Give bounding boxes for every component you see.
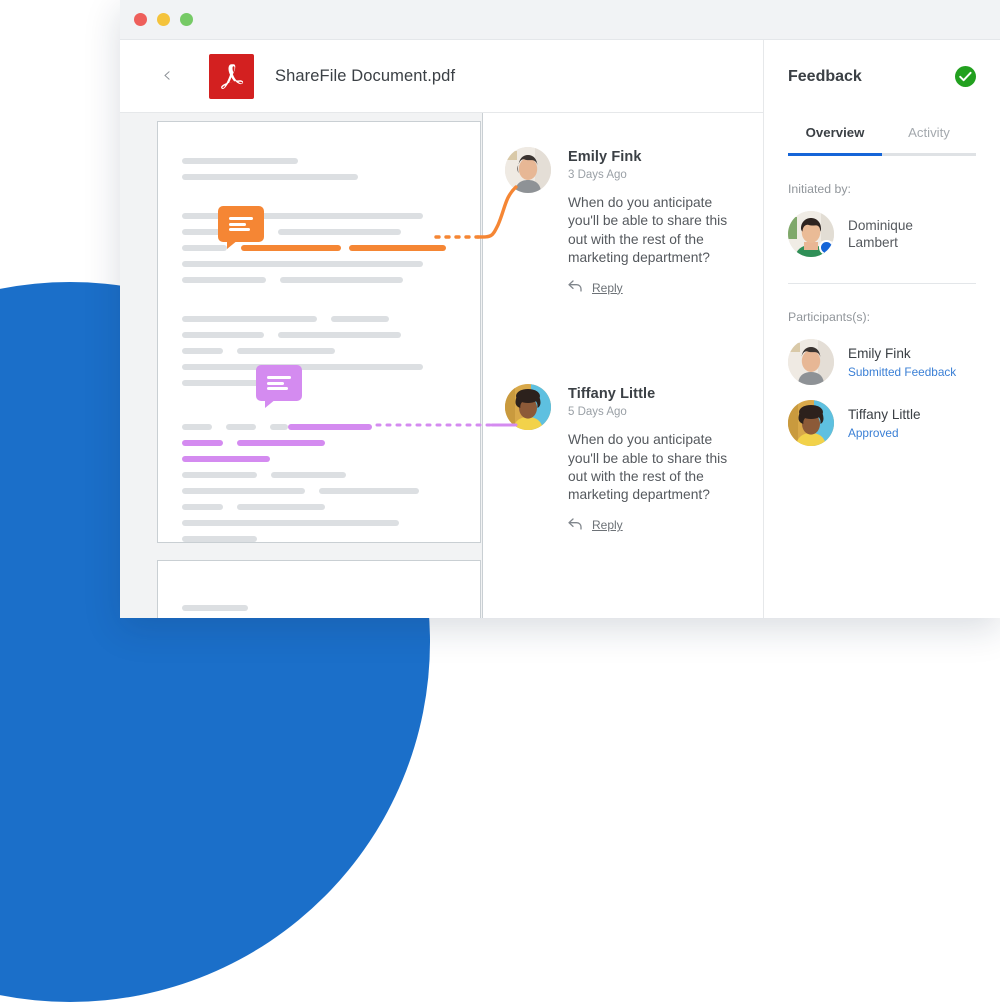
comment-timestamp: 3 Days Ago: [568, 169, 627, 181]
initiator-row: Dominique Lambert: [788, 211, 976, 257]
tab-overview[interactable]: Overview: [788, 125, 882, 156]
participant-name: Emily Fink: [848, 345, 911, 361]
comment-text: When do you anticipate you'll be able to…: [568, 195, 728, 266]
chevron-left-icon[interactable]: ‹: [156, 65, 178, 87]
text-line-row: [182, 261, 456, 267]
text-line-row: [182, 380, 456, 386]
purple-comment-marker[interactable]: [256, 365, 302, 408]
online-status-dot: [819, 240, 834, 255]
text-line-row: [182, 277, 456, 283]
comments-column: Emily Fink 3 Days Ago When do you antici…: [482, 113, 763, 618]
document-page-2: [157, 560, 481, 618]
feedback-panel: Feedback Overview Activity Initiated by:: [763, 40, 1000, 618]
text-line-row: [182, 316, 456, 322]
text-line-row: [182, 472, 456, 478]
text-line-row-highlighted-purple: [182, 456, 456, 462]
reply-action[interactable]: Reply: [568, 518, 737, 533]
participant-row[interactable]: Emily Fink Submitted Feedback: [788, 339, 976, 385]
initiator-name: Dominique Lambert: [848, 217, 913, 252]
maximize-window-button[interactable]: [180, 13, 193, 26]
avatar: [505, 384, 551, 431]
initiator-name-line-1: Dominique: [848, 217, 913, 233]
window-body: ‹ ShareFile Document.pdf Emily Fink 3 Da…: [120, 40, 1000, 618]
reply-label[interactable]: Reply: [592, 518, 623, 532]
comment-body: Tiffany Little 5 Days Ago When do you an…: [568, 384, 737, 532]
document-column: [120, 113, 482, 618]
comment-author: Emily Fink: [568, 149, 642, 165]
feedback-tabs: Overview Activity: [788, 113, 976, 156]
participant-name: Tiffany Little: [848, 406, 921, 422]
document-page-1: [157, 121, 481, 543]
text-line-row: [182, 364, 456, 370]
avatar: [505, 147, 551, 193]
app-window: ‹ ShareFile Document.pdf Emily Fink 3 Da…: [120, 0, 1000, 618]
close-window-button[interactable]: [134, 13, 147, 26]
participant-info: Emily Fink Submitted Feedback: [848, 345, 956, 379]
text-line-row: [182, 332, 456, 338]
tab-activity[interactable]: Activity: [882, 125, 976, 156]
comment-text: When do you anticipate you'll be able to…: [568, 432, 728, 503]
text-line-row-highlighted-purple: [182, 424, 456, 430]
comment-body: Emily Fink 3 Days Ago When do you antici…: [568, 147, 737, 295]
participant-status: Approved: [848, 426, 899, 441]
participants-label: Participants(s):: [788, 310, 871, 324]
avatar: [788, 400, 834, 446]
reply-action[interactable]: Reply: [568, 280, 737, 295]
text-line-row: [182, 488, 456, 494]
participant-row[interactable]: Tiffany Little Approved: [788, 400, 976, 446]
orange-comment-marker[interactable]: [218, 206, 264, 249]
reply-arrow-icon: [568, 280, 583, 295]
avatar: [788, 211, 834, 257]
comment-item: Emily Fink 3 Days Ago When do you antici…: [483, 147, 763, 295]
text-line-row: [182, 536, 456, 542]
reply-arrow-icon: [568, 518, 583, 533]
pdf-icon: [209, 53, 254, 99]
minimize-window-button[interactable]: [157, 13, 170, 26]
document-scroll-area[interactable]: Emily Fink 3 Days Ago When do you antici…: [120, 113, 763, 618]
document-pane: ‹ ShareFile Document.pdf Emily Fink 3 Da…: [120, 40, 763, 618]
window-titlebar: [120, 0, 1000, 40]
document-title: ShareFile Document.pdf: [275, 66, 456, 85]
text-line-row-highlighted-purple: [182, 440, 456, 446]
comment-item: Tiffany Little 5 Days Ago When do you an…: [483, 384, 763, 532]
reply-label[interactable]: Reply: [592, 281, 623, 295]
avatar: [788, 339, 834, 385]
text-line-row: [182, 174, 456, 180]
text-line-row: [182, 504, 456, 510]
panel-divider: [788, 283, 976, 284]
feedback-title: Feedback: [788, 67, 862, 85]
initiated-by-label: Initiated by:: [788, 182, 851, 196]
participant-info: Tiffany Little Approved: [848, 406, 921, 440]
feedback-header: Feedback: [788, 40, 976, 113]
check-circle-icon: [955, 66, 976, 87]
text-line-row: [182, 520, 456, 526]
comment-timestamp: 5 Days Ago: [568, 406, 627, 419]
document-header: ‹ ShareFile Document.pdf: [120, 40, 763, 113]
text-line-row-highlighted-orange: [182, 245, 456, 251]
comment-author: Tiffany Little: [568, 386, 656, 403]
initiator-name-line-2: Lambert: [848, 235, 898, 250]
participant-status: Submitted Feedback: [848, 365, 957, 380]
text-line-row: [182, 348, 456, 354]
text-line-row: [182, 158, 456, 164]
text-line-row: [182, 605, 456, 611]
